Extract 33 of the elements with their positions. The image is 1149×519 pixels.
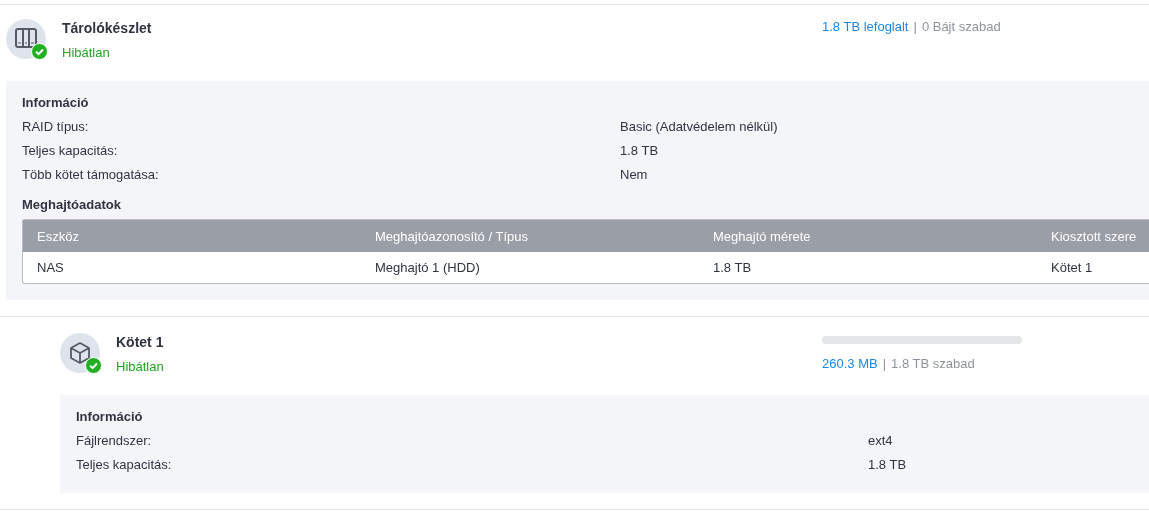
column-header: Kiosztott szere xyxy=(1051,228,1137,244)
storage-icon xyxy=(14,27,38,51)
used-space: 260.3 MB xyxy=(822,356,878,372)
table-cell-text: Meghajtó 1 (HDD) xyxy=(375,260,481,275)
info-value: Basic (Adatvédelem nélkül) xyxy=(620,118,778,136)
section-title: Kötet 1 xyxy=(116,334,165,350)
status-text: Hibátlan xyxy=(116,359,165,375)
info-label: Teljes kapacitás: xyxy=(22,142,119,160)
separator: | xyxy=(913,19,917,35)
column-header: Eszköz xyxy=(37,228,80,244)
separator: | xyxy=(882,356,887,372)
free-space: 0 Bájt szabad xyxy=(921,19,1001,35)
column-header: Meghajtó mérete xyxy=(713,228,812,244)
info-value: ext4 xyxy=(868,432,893,450)
table-cell-text: 1.8 TB xyxy=(713,260,753,275)
status-text: Hibátlan xyxy=(62,45,111,61)
info-heading: Információ xyxy=(22,95,90,111)
table-cell-text: NAS xyxy=(37,260,65,275)
section-title: Tárolókészlet xyxy=(62,20,153,36)
info-heading: Meghajtóadatok xyxy=(22,197,122,213)
info-heading: Információ xyxy=(76,409,144,425)
info-value: Nem xyxy=(620,166,648,184)
info-label: Fájlrendszer: xyxy=(76,432,153,450)
info-label: RAID típus: xyxy=(22,118,90,136)
info-value: 1.8 TB xyxy=(868,456,907,474)
free-space: 1.8 TB szabad xyxy=(891,356,975,372)
table-cell: Kötet 1 xyxy=(1051,260,1093,275)
cube-icon xyxy=(68,341,92,365)
used-space: 1.8 TB lefoglalt xyxy=(822,19,909,35)
info-label: Több kötet támogatása: xyxy=(22,166,160,184)
info-value: 1.8 TB xyxy=(620,142,659,160)
column-header: Meghajtóazonosító / Típus xyxy=(375,228,529,244)
info-label: Teljes kapacitás: xyxy=(76,456,173,474)
